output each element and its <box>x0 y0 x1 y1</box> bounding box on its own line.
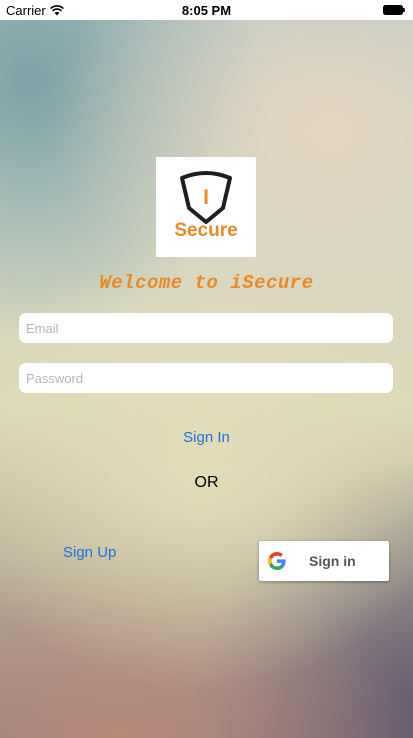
sign-up-button[interactable]: Sign Up <box>63 544 116 561</box>
logo-letter: I <box>203 186 209 209</box>
status-time: 8:05 PM <box>181 3 232 18</box>
status-bar: Carrier 8:05 PM <box>0 0 413 20</box>
or-divider: OR <box>194 474 219 491</box>
login-screen: Carrier 8:05 PM I Secure Welcome to iSec… <box>0 0 413 738</box>
welcome-title: Welcome to iSecure <box>99 272 314 294</box>
battery-icon <box>383 5 405 15</box>
app-logo: I Secure <box>156 157 256 257</box>
shield-icon: I <box>180 171 232 224</box>
password-field[interactable] <box>19 363 393 393</box>
google-sign-in-label: Sign in <box>309 553 356 569</box>
google-icon <box>268 552 286 570</box>
logo-text: Secure <box>174 220 238 241</box>
google-sign-in-button[interactable]: Sign in <box>259 541 389 581</box>
email-field[interactable] <box>19 313 393 343</box>
sign-in-button[interactable]: Sign In <box>0 429 413 446</box>
